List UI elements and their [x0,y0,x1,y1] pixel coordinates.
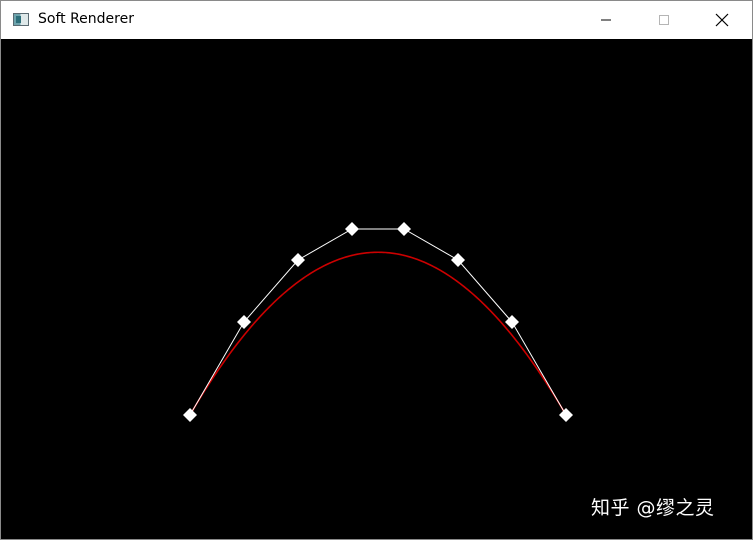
control-point-marker[interactable] [183,408,197,422]
scene-svg [183,222,573,422]
bezier-curve [189,251,567,416]
window-title: Soft Renderer [38,11,134,27]
render-canvas[interactable] [1,39,752,539]
control-point-marker[interactable] [559,408,573,422]
control-point-marker[interactable] [345,222,359,236]
minimize-icon [601,19,611,21]
watermark-text: 知乎 @缪之灵 [591,497,715,519]
app-window: Soft Renderer 知乎 @缪之灵 [0,0,753,540]
control-point-marker[interactable] [397,222,411,236]
maximize-icon [659,15,669,25]
title-bar[interactable]: Soft Renderer [1,1,752,39]
close-icon [715,13,729,27]
app-window-icon [13,13,29,26]
close-button[interactable] [693,1,751,39]
maximize-button[interactable] [635,1,693,39]
minimize-button[interactable] [577,1,635,39]
